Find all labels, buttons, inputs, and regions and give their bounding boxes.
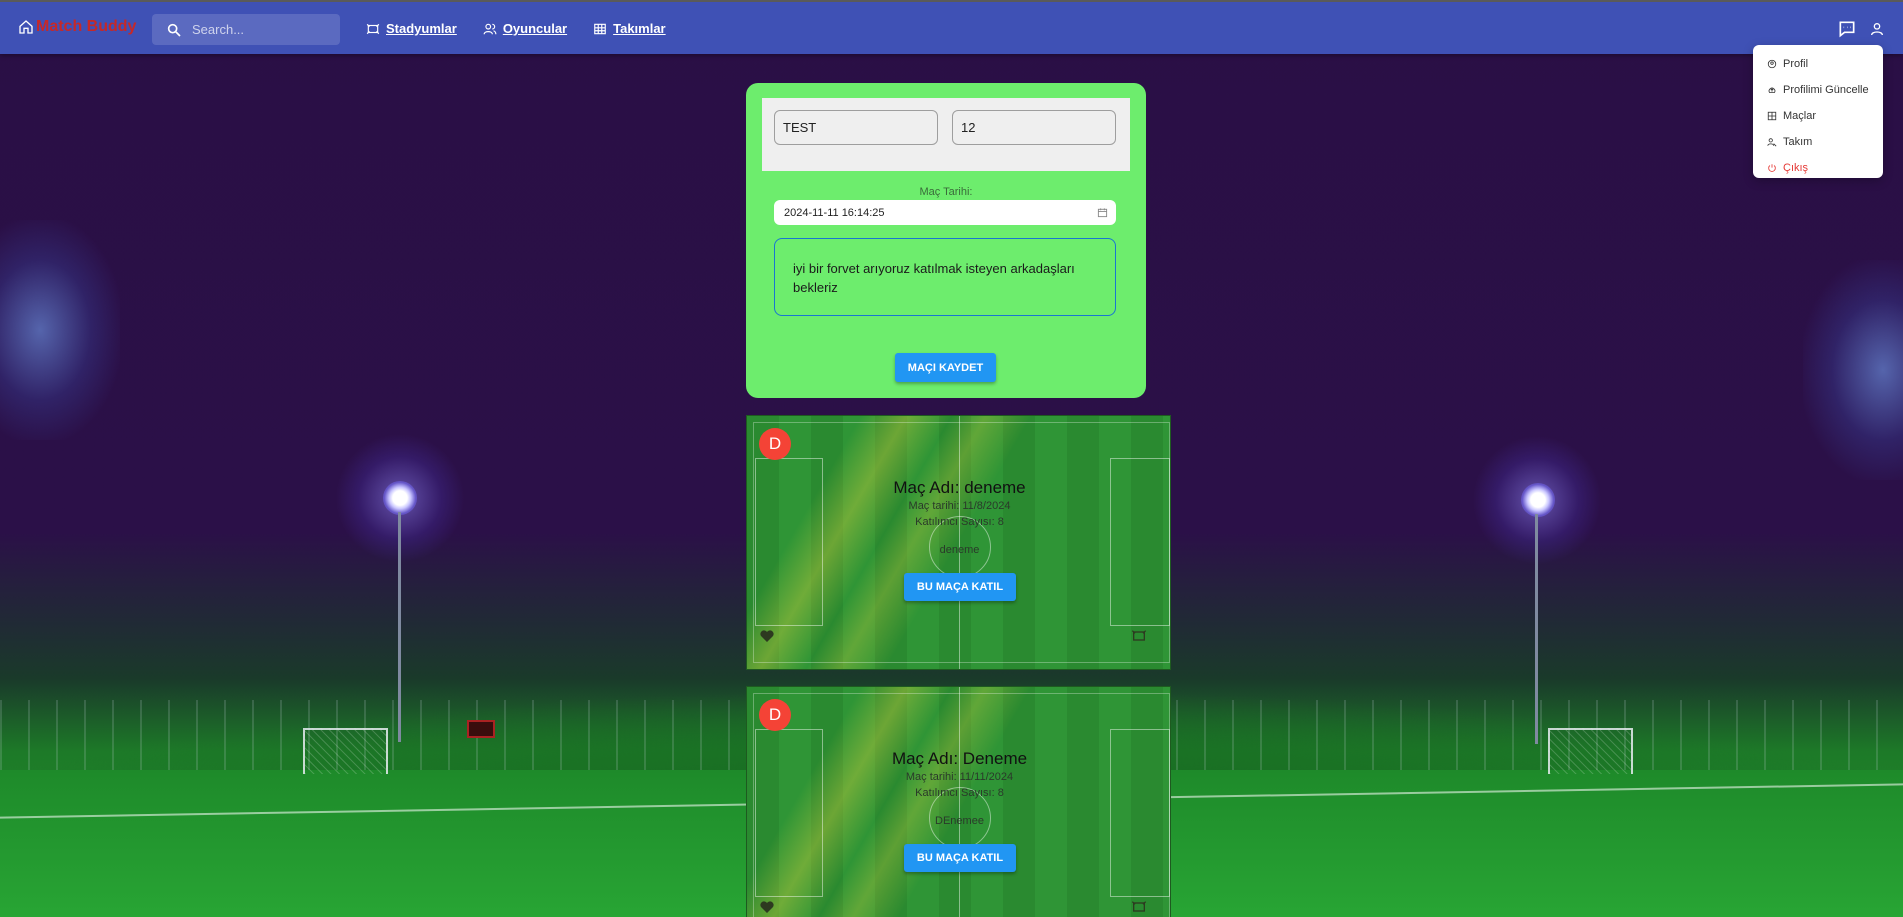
date-value: 2024-11-11 16:14:25 [784,206,885,219]
participant-count-field[interactable]: 12 [952,110,1116,145]
nav-link-stadyumlar[interactable]: Stadyumlar [366,21,457,36]
menu-item-label: Takım [1783,136,1813,148]
nav-right [1837,19,1885,39]
update-icon [1768,87,1776,93]
background-glow-right [1803,260,1903,480]
nav-links: Stadyumlar Oyuncular Takımlar [366,21,666,36]
brand-link[interactable]: Match Buddy [18,18,136,36]
menu-item-label: Profil [1783,58,1809,70]
avatar: D [759,699,791,731]
join-match-button[interactable]: BU MAÇA KATIL [904,573,1016,601]
save-match-button[interactable]: MAÇI KAYDET [895,353,996,382]
menu-item-takim[interactable]: Takım [1753,129,1883,155]
background-pole-left [398,512,401,742]
avatar: D [759,428,791,460]
date-label: Maç Tarihi: [919,186,973,198]
match-date: Maç tarihi: 11/8/2024 [908,500,1011,512]
home-icon [19,20,33,34]
background-scoreboard [467,720,495,738]
match-name-field[interactable]: TEST [774,110,938,145]
menu-item-profil[interactable]: Profil [1753,51,1883,77]
menu-item-maclar[interactable]: Maçlar [1753,103,1883,129]
search-input[interactable] [192,22,332,37]
description-textarea[interactable]: iyi bir forvet arıyoruz katılmak isteyen… [774,238,1116,316]
background-floodlight-right [1521,483,1555,517]
background-goal-right [1548,728,1633,774]
heart-icon[interactable] [759,899,775,915]
form-top-fields: TEST 12 [762,98,1130,171]
menu-item-cikis[interactable]: Çıkış [1753,155,1883,181]
match-title: Maç Adı: deneme [893,478,1026,497]
match-card: D Maç Adı: Deneme Maç tarihi: 11/11/2024… [746,686,1171,917]
date-input[interactable]: 2024-11-11 16:14:25 [774,200,1116,225]
brand-name: Match Buddy [36,18,137,35]
table-icon [594,23,606,34]
team-icon [1767,138,1777,147]
match-date: Maç tarihi: 11/11/2024 [905,771,1014,783]
nav-link-takimlar[interactable]: Takımlar [593,21,666,36]
heart-icon[interactable] [759,628,775,644]
nav-link-oyuncular[interactable]: Oyuncular [483,21,567,36]
players-icon [483,23,497,34]
navbar: Match Buddy Stadyumlar Oyuncular Takımla… [0,0,1903,54]
user-icon[interactable] [1869,21,1885,37]
logout-icon [1768,164,1776,172]
menu-item-profilimi-guncelle[interactable]: Profilimi Güncelle [1753,77,1883,103]
match-participants: Katılımcı Sayısı: 8 [915,787,1004,799]
menu-item-label: Profilimi Güncelle [1783,84,1869,96]
search-box[interactable] [152,14,340,45]
join-match-button[interactable]: BU MAÇA KATIL [904,844,1016,872]
match-title: Maç Adı: Deneme [891,749,1028,768]
background-floodlight-left [383,481,417,515]
matches-icon [1767,111,1777,121]
calendar-icon[interactable] [1097,207,1108,218]
share-icon[interactable] [1131,628,1147,644]
profile-icon [1767,59,1777,69]
stadium-icon [366,23,380,34]
nav-link-label: Oyuncular [502,21,568,36]
nav-link-label: Stadyumlar [386,21,457,36]
menu-item-label: Çıkış [1783,162,1809,174]
share-icon[interactable] [1131,899,1147,915]
user-dropdown-menu: Profil Profilimi Güncelle Maçlar Takım Ç… [1753,45,1883,178]
background-goal-left [303,728,388,774]
menu-item-label: Maçlar [1783,110,1817,122]
background-pole-right [1535,514,1538,744]
background-glow-left [0,220,120,440]
match-participants: Katılımcı Sayısı: 8 [915,516,1004,528]
match-description: DEnemee [935,815,984,827]
create-match-form: TEST 12 Maç Tarihi: 2024-11-11 16:14:25 … [746,83,1146,398]
search-icon [167,23,181,37]
match-card: D Maç Adı: deneme Maç tarihi: 11/8/2024 … [746,415,1171,670]
nav-link-label: Takımlar [613,21,666,36]
chat-icon[interactable] [1837,19,1857,39]
match-description: deneme [939,544,980,556]
